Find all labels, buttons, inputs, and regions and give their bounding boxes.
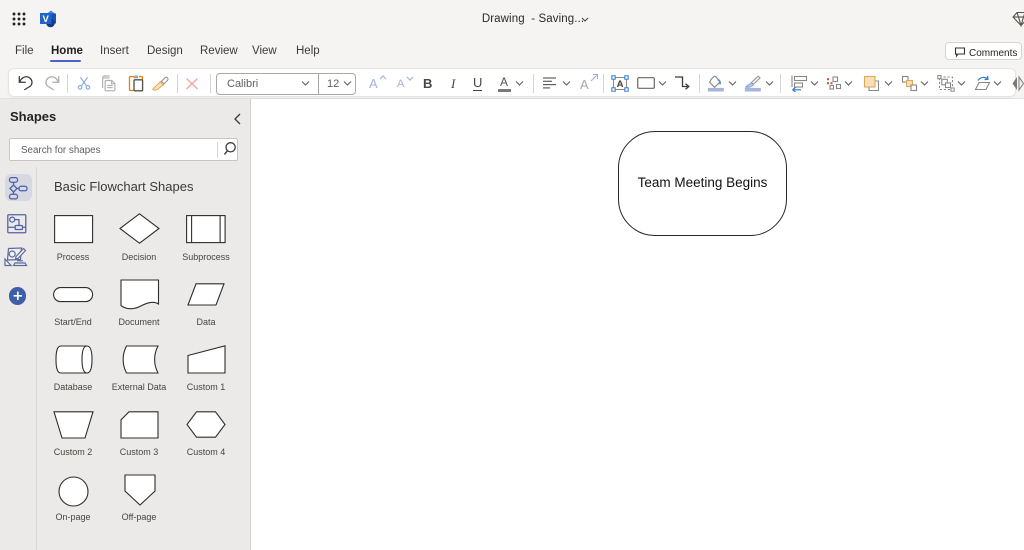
svg-text:A: A xyxy=(617,79,624,90)
svg-text:V: V xyxy=(43,14,50,25)
